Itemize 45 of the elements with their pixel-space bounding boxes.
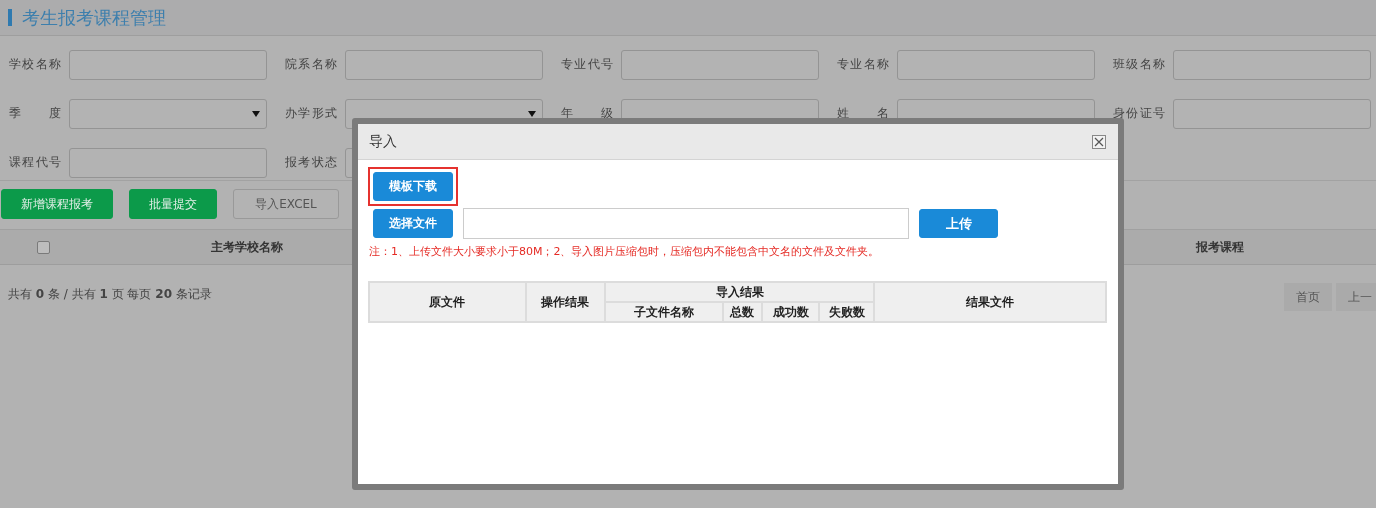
dropdown-arrow-icon <box>528 110 536 117</box>
input-field[interactable] <box>1173 49 1371 80</box>
toolbar-button[interactable]: 新增课程报考 <box>1 189 113 219</box>
field-label: 姓 名 <box>837 105 889 122</box>
column-header: 操作结果 <box>525 282 606 322</box>
field-label: 专业名称 <box>837 56 889 73</box>
title-accent-bar <box>8 9 12 26</box>
field-label: 课程代号 <box>9 154 61 171</box>
dropdown-field[interactable] <box>69 98 267 129</box>
field-label: 专业代号 <box>561 56 613 73</box>
field-label: 院系名称 <box>285 56 337 73</box>
toolbar-button[interactable]: 批量提交 <box>129 189 217 219</box>
upload-note: 注：1、上传文件大小要求小于80M；2、导入图片压缩包时，压缩包内不能包含中文名的文件及文件夹。 <box>368 244 881 259</box>
column-header: 导入结果 <box>605 282 875 302</box>
input-field[interactable] <box>345 49 543 80</box>
close-icon <box>1094 136 1104 147</box>
field-label: 身份证号 <box>1113 105 1165 122</box>
dialog-title: 导入 <box>369 132 397 151</box>
page-title: 考生报考课程管理 <box>22 5 166 30</box>
pager-button[interactable]: 上一 <box>1336 283 1376 311</box>
pager-button[interactable]: 首页 <box>1284 283 1332 311</box>
dropdown-arrow-icon <box>252 110 260 117</box>
toolbar-button[interactable]: 导入EXCEL <box>233 189 339 219</box>
template-download-button[interactable]: 模板下载 <box>373 172 453 201</box>
field-label: 年 级 <box>561 105 613 122</box>
close-button[interactable] <box>1092 134 1106 149</box>
file-path-field[interactable] <box>463 208 909 239</box>
input-field[interactable] <box>69 147 267 178</box>
column-header: 结果文件 <box>874 282 1106 322</box>
column-header: 主考学校名称 <box>210 238 284 256</box>
column-header: 原文件 <box>369 282 526 322</box>
input-field[interactable] <box>621 49 819 80</box>
field-label: 报考状态 <box>285 154 337 171</box>
record-summary: 共有 0 条 / 共有 1 页 每页 20 条记录 <box>8 285 212 303</box>
column-header: 报考课程 <box>1195 238 1245 256</box>
field-label: 办学形式 <box>285 105 337 122</box>
field-label: 学校名称 <box>9 56 61 73</box>
field-label: 季 度 <box>9 105 61 122</box>
input-field[interactable] <box>69 49 267 80</box>
field-label: 班级名称 <box>1113 56 1165 73</box>
choose-file-button[interactable]: 选择文件 <box>373 209 453 238</box>
input-field[interactable] <box>1173 98 1371 129</box>
upload-button[interactable]: 上传 <box>919 209 998 238</box>
checkbox[interactable] <box>36 240 50 254</box>
input-field[interactable] <box>897 49 1095 80</box>
